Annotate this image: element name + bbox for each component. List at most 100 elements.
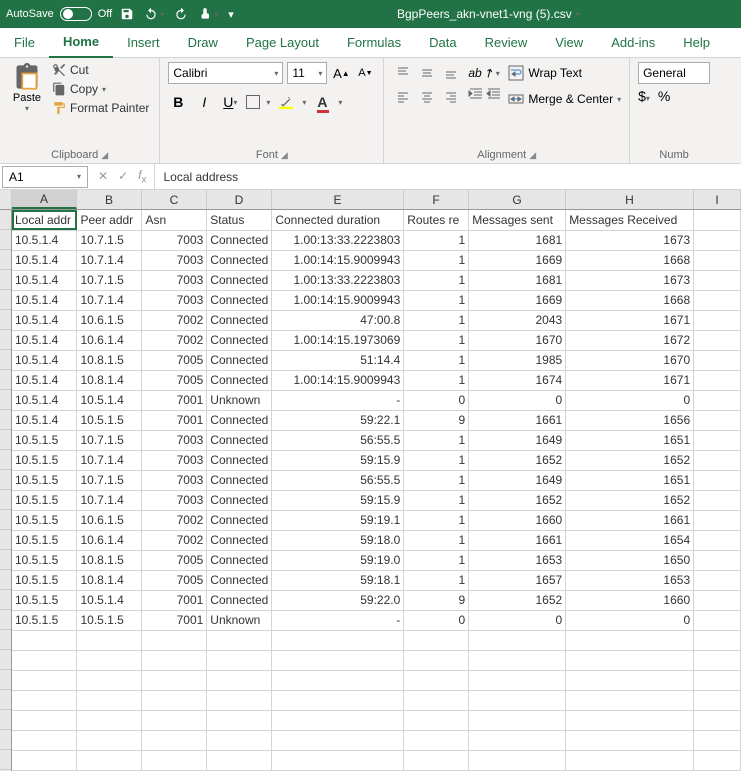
cell[interactable]: 10.5.1.4 — [12, 290, 77, 310]
cell[interactable]: 1651 — [566, 470, 694, 490]
cell[interactable]: 1 — [404, 510, 469, 530]
cell[interactable]: 7003 — [142, 450, 207, 470]
cell[interactable]: 59:22.1 — [272, 410, 404, 430]
cell[interactable] — [469, 630, 566, 650]
cell[interactable]: 7005 — [142, 350, 207, 370]
cell[interactable]: 9 — [404, 410, 469, 430]
cell[interactable]: 10.6.1.4 — [77, 330, 142, 350]
cell[interactable]: 7003 — [142, 290, 207, 310]
align-top-icon[interactable] — [392, 62, 414, 84]
dialog-launcher-icon[interactable]: ◢ — [101, 150, 108, 161]
cell[interactable]: 10.5.1.4 — [12, 410, 77, 430]
cell[interactable]: 10.6.1.4 — [77, 530, 142, 550]
cell[interactable] — [694, 470, 741, 490]
cell[interactable]: 1660 — [566, 590, 694, 610]
cell[interactable] — [207, 750, 272, 770]
cell[interactable] — [404, 650, 469, 670]
decrease-indent-icon[interactable] — [468, 86, 484, 105]
cell[interactable]: 1672 — [566, 330, 694, 350]
cell[interactable] — [566, 670, 694, 690]
cell[interactable]: 10.5.1.5 — [12, 510, 77, 530]
cell[interactable] — [12, 750, 77, 770]
cell[interactable] — [694, 310, 741, 330]
increase-indent-icon[interactable] — [486, 86, 502, 105]
row-header[interactable] — [0, 550, 11, 570]
cell[interactable]: 10.7.1.5 — [77, 470, 142, 490]
cell[interactable]: 56:55.5 — [272, 470, 404, 490]
cell[interactable]: Connected — [207, 290, 272, 310]
cell[interactable]: 10.8.1.4 — [77, 370, 142, 390]
column-header[interactable]: D — [207, 190, 272, 209]
cell[interactable]: 7002 — [142, 510, 207, 530]
cell[interactable] — [694, 370, 741, 390]
cell[interactable] — [207, 650, 272, 670]
cell[interactable] — [142, 750, 207, 770]
align-right-icon[interactable] — [440, 86, 462, 108]
cell[interactable]: Connected — [207, 270, 272, 290]
underline-button[interactable]: U▾ — [220, 92, 240, 112]
wrap-text-button[interactable]: Wrap Text — [508, 62, 621, 84]
cell[interactable] — [12, 730, 77, 750]
paste-button[interactable]: Paste ▾ — [13, 62, 41, 113]
cell[interactable]: Connected — [207, 550, 272, 570]
row-header[interactable] — [0, 670, 11, 690]
cell[interactable]: 1 — [404, 450, 469, 470]
cell[interactable]: 1 — [404, 350, 469, 370]
cell[interactable]: Connected — [207, 250, 272, 270]
cell[interactable]: 7003 — [142, 270, 207, 290]
cell[interactable] — [207, 690, 272, 710]
cell[interactable]: 2043 — [469, 310, 566, 330]
chevron-down-icon[interactable]: ▾ — [576, 10, 580, 19]
column-header[interactable]: C — [142, 190, 207, 209]
cell[interactable]: 1652 — [566, 450, 694, 470]
cell[interactable]: 10.5.1.4 — [12, 230, 77, 250]
row-header[interactable] — [0, 570, 11, 590]
cell[interactable]: 0 — [404, 390, 469, 410]
name-box[interactable]: A1▾ — [2, 166, 88, 188]
cell[interactable]: 10.7.1.5 — [77, 430, 142, 450]
cell[interactable]: 10.5.1.4 — [12, 370, 77, 390]
row-header[interactable] — [0, 310, 11, 330]
cell[interactable]: 1652 — [469, 590, 566, 610]
cell[interactable] — [694, 670, 741, 690]
cell[interactable] — [207, 670, 272, 690]
tab-file[interactable]: File — [0, 28, 49, 58]
chevron-down-icon[interactable]: ▾ — [214, 10, 218, 19]
cell[interactable]: Peer addr — [77, 210, 142, 230]
chevron-down-icon[interactable]: ▾ — [160, 10, 164, 19]
tab-add-ins[interactable]: Add-ins — [597, 28, 669, 58]
cell[interactable]: 10.5.1.5 — [12, 450, 77, 470]
cell[interactable]: 1 — [404, 490, 469, 510]
cell[interactable] — [404, 630, 469, 650]
column-header[interactable]: E — [272, 190, 404, 209]
cell[interactable] — [404, 690, 469, 710]
tab-formulas[interactable]: Formulas — [333, 28, 415, 58]
cell[interactable] — [142, 670, 207, 690]
cell[interactable] — [469, 710, 566, 730]
cell[interactable]: 7003 — [142, 430, 207, 450]
cell[interactable]: 1656 — [566, 410, 694, 430]
cut-button[interactable]: Cut — [50, 62, 151, 78]
tab-data[interactable]: Data — [415, 28, 470, 58]
cell[interactable]: 10.5.1.5 — [12, 570, 77, 590]
cell[interactable]: 10.7.1.4 — [77, 450, 142, 470]
select-all-corner[interactable] — [0, 190, 12, 209]
cell[interactable] — [404, 730, 469, 750]
cell[interactable]: 7002 — [142, 330, 207, 350]
cell[interactable] — [12, 690, 77, 710]
cell[interactable] — [207, 630, 272, 650]
row-header[interactable] — [0, 210, 11, 230]
row-header[interactable] — [0, 710, 11, 730]
cell[interactable]: 1985 — [469, 350, 566, 370]
cell[interactable]: 10.6.1.5 — [77, 510, 142, 530]
cell[interactable]: 10.5.1.4 — [12, 350, 77, 370]
cell[interactable] — [469, 670, 566, 690]
cell[interactable] — [272, 710, 404, 730]
cell[interactable]: 1.00:14:15.9009943 — [272, 250, 404, 270]
chevron-down-icon[interactable]: ▾ — [617, 95, 621, 104]
cell[interactable]: 7003 — [142, 230, 207, 250]
cell[interactable]: 59:19.0 — [272, 550, 404, 570]
cell[interactable]: 10.8.1.5 — [77, 350, 142, 370]
tab-help[interactable]: Help — [669, 28, 724, 58]
cell[interactable]: 1.00:14:15.9009943 — [272, 290, 404, 310]
